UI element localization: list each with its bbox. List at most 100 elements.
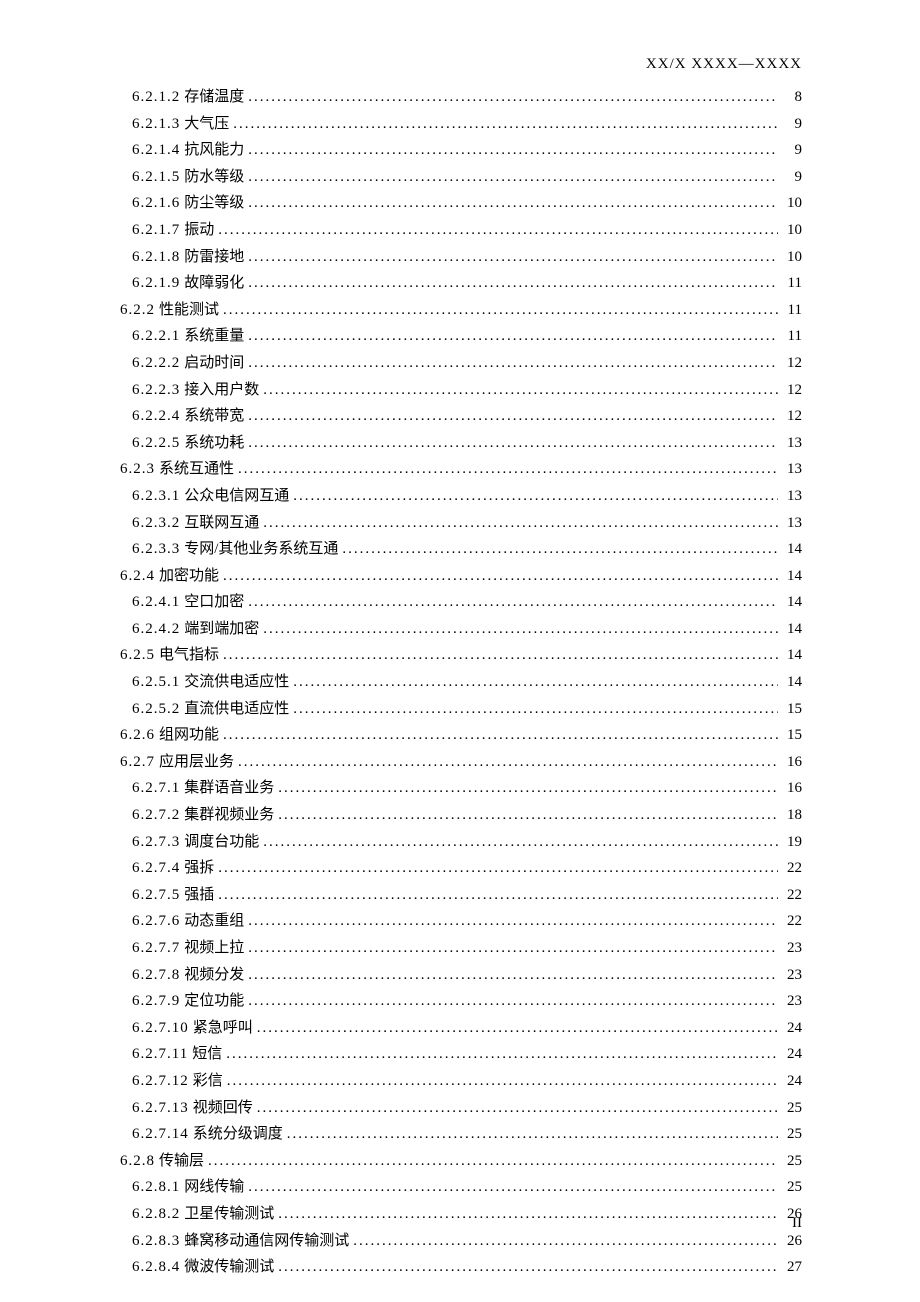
toc-entry[interactable]: 6.2.7.12彩信24 [120, 1072, 802, 1090]
toc-entry[interactable]: 6.2.3系统互通性13 [120, 460, 802, 478]
toc-leader-dots [227, 1072, 778, 1090]
toc-entry[interactable]: 6.2.2.1系统重量11 [120, 327, 802, 345]
toc-entry-title: 动态重组 [184, 912, 244, 930]
toc-leader-dots [278, 1205, 778, 1223]
toc-leader-dots [263, 620, 778, 638]
toc-entry-title: 接入用户数 [184, 381, 259, 399]
toc-entry[interactable]: 6.2.1.8防雷接地10 [120, 248, 802, 266]
toc-entry-number: 6.2.8.2 [132, 1205, 180, 1223]
toc-entry[interactable]: 6.2.3.2互联网互通13 [120, 514, 802, 532]
toc-leader-dots [208, 1152, 778, 1170]
toc-entry-page: 15 [782, 700, 802, 718]
toc-entry[interactable]: 6.2.1.7振动10 [120, 221, 802, 239]
toc-leader-dots [248, 966, 778, 984]
toc-entry[interactable]: 6.2.7.1集群语音业务16 [120, 779, 802, 797]
toc-entry-page: 14 [782, 673, 802, 691]
toc-entry[interactable]: 6.2.7.6动态重组22 [120, 912, 802, 930]
toc-entry-number: 6.2.5 [120, 646, 155, 664]
toc-entry[interactable]: 6.2.5.2直流供电适应性15 [120, 700, 802, 718]
toc-leader-dots [218, 221, 778, 239]
toc-entry-title: 视频回传 [193, 1099, 253, 1117]
toc-entry[interactable]: 6.2.4.1空口加密14 [120, 593, 802, 611]
toc-entry-number: 6.2.1.7 [132, 221, 180, 239]
toc-entry[interactable]: 6.2.7.7视频上拉23 [120, 939, 802, 957]
toc-entry-number: 6.2.7.4 [132, 859, 180, 877]
toc-entry[interactable]: 6.2.7.8视频分发23 [120, 966, 802, 984]
toc-entry-title: 振动 [184, 221, 214, 239]
toc-entry[interactable]: 6.2.2.4系统带宽12 [120, 407, 802, 425]
toc-entry[interactable]: 6.2.7.10紧急呼叫24 [120, 1019, 802, 1037]
toc-entry[interactable]: 6.2.2.3接入用户数 12 [120, 381, 802, 399]
toc-leader-dots [248, 912, 778, 930]
toc-entry[interactable]: 6.2.2性能测试11 [120, 301, 802, 319]
toc-entry-title: 存储温度 [184, 88, 244, 106]
toc-entry[interactable]: 6.2.8.2卫星传输测试26 [120, 1205, 802, 1223]
toc-entry-title: 网线传输 [184, 1178, 244, 1196]
toc-entry[interactable]: 6.2.4加密功能14 [120, 567, 802, 585]
toc-entry-title: 调度台功能 [184, 833, 259, 851]
toc-entry[interactable]: 6.2.1.5防水等级9 [120, 168, 802, 186]
toc-leader-dots [248, 168, 778, 186]
toc-entry-title: 系统带宽 [184, 407, 244, 425]
toc-entry-number: 6.2.5.2 [132, 700, 180, 718]
toc-leader-dots [353, 1232, 778, 1250]
toc-entry[interactable]: 6.2.7应用层业务16 [120, 753, 802, 771]
toc-entry-title: 防水等级 [184, 168, 244, 186]
toc-entry-title: 空口加密 [184, 593, 244, 611]
page-number-footer: II [792, 1215, 802, 1232]
toc-entry-number: 6.2.2.3 [132, 381, 180, 399]
toc-entry-page: 9 [782, 141, 802, 159]
toc-entry[interactable]: 6.2.7.4强拆22 [120, 859, 802, 877]
toc-entry-title: 系统功耗 [184, 434, 244, 452]
toc-entry[interactable]: 6.2.8传输层25 [120, 1152, 802, 1170]
toc-entry[interactable]: 6.2.1.4抗风能力9 [120, 141, 802, 159]
toc-entry-title: 专网/其他业务系统互通 [184, 540, 338, 558]
toc-entry[interactable]: 6.2.7.13视频回传25 [120, 1099, 802, 1117]
toc-entry[interactable]: 6.2.7.11短信24 [120, 1045, 802, 1063]
toc-entry[interactable]: 6.2.2.2启动时间12 [120, 354, 802, 372]
toc-entry-title: 系统互通性 [159, 460, 234, 478]
toc-entry[interactable]: 6.2.7.14系统分级调度25 [120, 1125, 802, 1143]
toc-entry[interactable]: 6.2.8.1网线传输25 [120, 1178, 802, 1196]
toc-entry[interactable]: 6.2.8.3蜂窝移动通信网传输测试26 [120, 1232, 802, 1250]
toc-entry-number: 6.2.3.3 [132, 540, 180, 558]
toc-leader-dots [238, 460, 778, 478]
toc-entry-title: 启动时间 [184, 354, 244, 372]
toc-entry-page: 11 [782, 301, 802, 319]
toc-entry[interactable]: 6.2.7.5强插22 [120, 886, 802, 904]
toc-leader-dots [342, 540, 778, 558]
toc-entry-number: 6.2.3.1 [132, 487, 180, 505]
toc-entry-page: 19 [782, 833, 802, 851]
toc-entry[interactable]: 6.2.8.4微波传输测试27 [120, 1258, 802, 1276]
toc-entry[interactable]: 6.2.7.2集群视频业务18 [120, 806, 802, 824]
toc-entry[interactable]: 6.2.1.6防尘等级10 [120, 194, 802, 212]
toc-entry[interactable]: 6.2.1.3大气压9 [120, 115, 802, 133]
toc-leader-dots [257, 1099, 778, 1117]
toc-leader-dots [278, 806, 778, 824]
toc-entry[interactable]: 6.2.3.3专网/其他业务系统互通 14 [120, 540, 802, 558]
toc-entry[interactable]: 6.2.1.9故障弱化11 [120, 274, 802, 292]
toc-entry-title: 互联网互通 [184, 514, 259, 532]
toc-entry-number: 6.2.7.13 [132, 1099, 189, 1117]
toc-entry-number: 6.2.7.14 [132, 1125, 189, 1143]
toc-entry[interactable]: 6.2.4.2端到端加密14 [120, 620, 802, 638]
toc-entry-page: 16 [782, 779, 802, 797]
toc-entry[interactable]: 6.2.7.3调度台功能19 [120, 833, 802, 851]
toc-entry-page: 14 [782, 540, 802, 558]
toc-leader-dots [248, 354, 778, 372]
toc-entry-page: 9 [782, 168, 802, 186]
toc-leader-dots [226, 1045, 778, 1063]
toc-entry-number: 6.2.7.11 [132, 1045, 188, 1063]
toc-entry[interactable]: 6.2.7.9定位功能23 [120, 992, 802, 1010]
toc-entry[interactable]: 6.2.3.1公众电信网互通13 [120, 487, 802, 505]
toc-entry-page: 12 [782, 381, 802, 399]
table-of-contents: 6.2.1.2存储温度8 6.2.1.3大气压9 6.2.1.4抗风能力9 6.2.1… [120, 88, 802, 1285]
toc-leader-dots [248, 992, 778, 1010]
toc-entry[interactable]: 6.2.6组网功能15 [120, 726, 802, 744]
toc-entry-number: 6.2.2.5 [132, 434, 180, 452]
toc-leader-dots [248, 939, 778, 957]
toc-entry[interactable]: 6.2.2.5系统功耗13 [120, 434, 802, 452]
toc-entry[interactable]: 6.2.1.2存储温度8 [120, 88, 802, 106]
toc-entry[interactable]: 6.2.5.1交流供电适应性14 [120, 673, 802, 691]
toc-entry[interactable]: 6.2.5电气指标14 [120, 646, 802, 664]
